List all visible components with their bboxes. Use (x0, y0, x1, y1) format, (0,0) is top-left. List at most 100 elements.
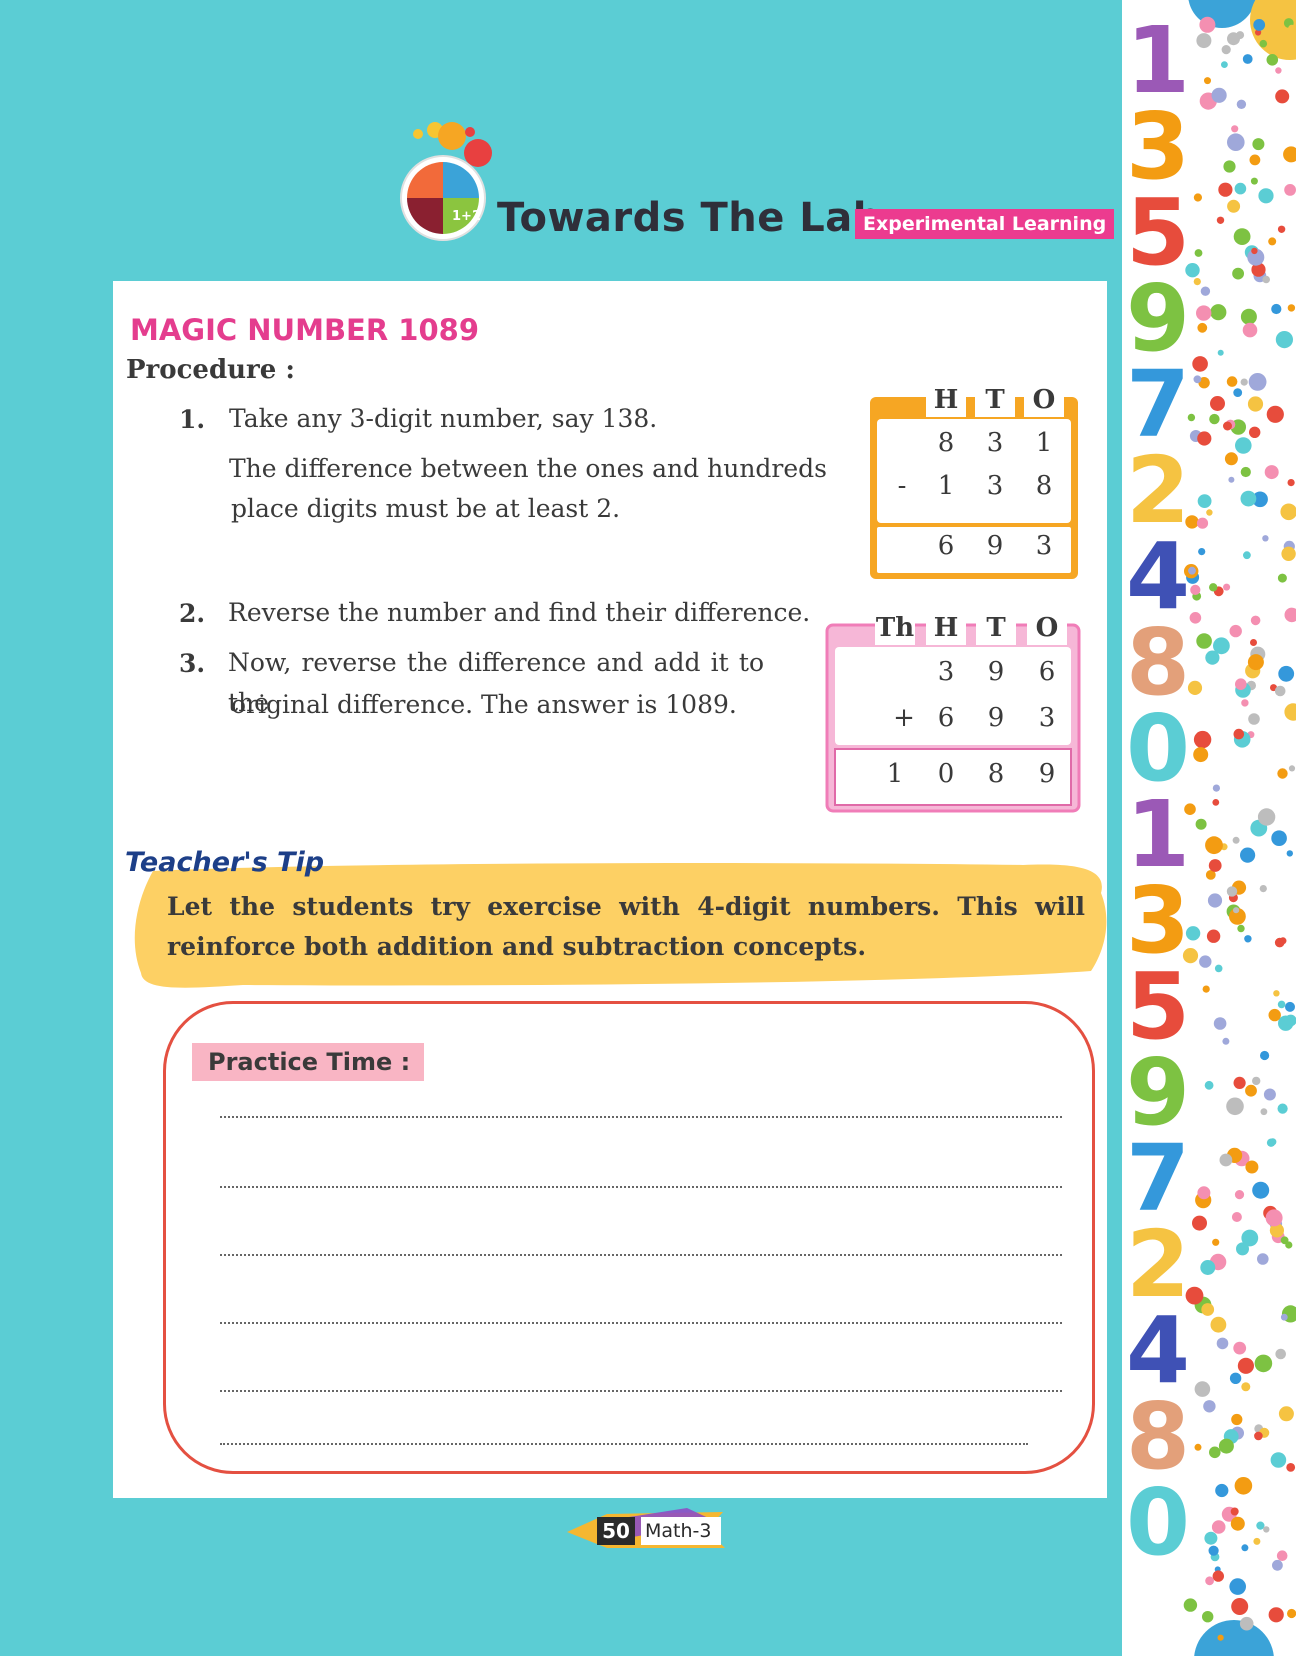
decor-dot (1202, 1611, 1214, 1623)
decor-dot (1248, 713, 1260, 725)
digit: 9 (987, 657, 1005, 687)
decor-dot (1251, 247, 1258, 255)
decor-dot (1240, 490, 1257, 507)
decor-dot (1200, 1260, 1216, 1275)
step-text: Take any 3-digit number, say 138. (229, 404, 658, 433)
digit: 8 (937, 428, 955, 458)
decor-dot (1240, 308, 1257, 325)
decor-dot (1218, 1438, 1234, 1454)
decor-dot (1226, 886, 1238, 897)
decor-dot (1275, 67, 1282, 74)
decor-dot (1286, 850, 1293, 857)
procedure-label: Procedure : (126, 355, 295, 385)
decor-dot (1210, 304, 1227, 321)
answer-line[interactable] (220, 1186, 1062, 1188)
decor-dot (1281, 546, 1296, 561)
digit: 1 (937, 471, 955, 501)
decor-dot (1247, 654, 1264, 671)
decor-dot (1240, 466, 1251, 478)
decor-dot (1252, 138, 1265, 151)
decor-dot (1249, 426, 1261, 438)
digit: 9 (987, 703, 1005, 733)
decor-dot (1280, 1236, 1289, 1245)
decor-dot (1252, 1076, 1261, 1086)
section-title: MAGIC NUMBER 1089 (130, 313, 480, 347)
decor-dot (1271, 830, 1287, 846)
step-number: 2. (179, 599, 206, 628)
decor-dot (1241, 1229, 1259, 1247)
answer-line[interactable] (220, 1390, 1062, 1392)
decor-dot (1216, 216, 1225, 224)
decor-dot (1277, 768, 1288, 779)
decor-dot (1189, 612, 1202, 624)
decor-dot (1278, 1406, 1294, 1422)
brand-title: Towards The Lab (497, 195, 882, 241)
decor-dot (1266, 405, 1284, 423)
decor-dot (1272, 1559, 1283, 1571)
decor-dot (1233, 1341, 1247, 1355)
result-digit: 9 (986, 531, 1004, 561)
decor-dot (1198, 548, 1206, 556)
decor-dot (1233, 228, 1251, 246)
decor-dot (1248, 373, 1267, 391)
decor-dot (1193, 375, 1202, 384)
decor-dot (1215, 1483, 1229, 1498)
decor-dot (1192, 1215, 1207, 1231)
decor-dot (1190, 584, 1201, 596)
decor-dot (1231, 125, 1239, 133)
decor-digit: 0 (1126, 1469, 1190, 1576)
decor-dot (1233, 907, 1240, 914)
decor-dot (1201, 1303, 1215, 1316)
decor-dot (1262, 275, 1270, 284)
teachers-tip-text: Let the students try exercise with 4-dig… (167, 892, 1085, 961)
decor-dot (1243, 551, 1251, 560)
answer-line[interactable] (220, 1254, 1062, 1256)
decor-dot (1229, 1578, 1246, 1595)
decorative-number-strip: 135972480135972480 (1122, 0, 1296, 1656)
decor-dot (1240, 378, 1248, 386)
decor-dot (1275, 89, 1290, 104)
decor-dot (1250, 177, 1258, 185)
decor-dot (1242, 54, 1253, 64)
decor-dot (1284, 184, 1296, 196)
decor-dot (1240, 847, 1256, 863)
decor-dot (1277, 225, 1286, 233)
answer-line[interactable] (220, 1116, 1062, 1118)
digit: 6 (937, 703, 955, 733)
decor-dot (1250, 615, 1261, 626)
answer-line[interactable] (220, 1443, 1028, 1445)
column-header: T (986, 613, 1006, 643)
result-digit: 8 (987, 759, 1005, 789)
decor-dot (1228, 476, 1235, 483)
page-number: 50 (597, 1517, 635, 1545)
decor-dot (1278, 665, 1295, 682)
decor-dot (1205, 1576, 1214, 1586)
digit: 3 (937, 657, 955, 687)
decor-dot (1205, 836, 1223, 855)
decor-dot (1226, 376, 1238, 387)
decor-dot (1257, 1253, 1269, 1265)
decor-dot (1245, 1160, 1259, 1174)
decor-dot (1221, 61, 1228, 68)
answer-line[interactable] (220, 1322, 1062, 1324)
decor-dot (1214, 964, 1223, 973)
column-header: T (985, 385, 1005, 415)
decor-dot (1273, 990, 1280, 997)
decor-dot (1263, 1088, 1276, 1101)
decor-dot (1232, 836, 1240, 844)
decor-dot (1217, 349, 1224, 356)
decor-dot (1212, 799, 1220, 806)
decor-dot (1249, 154, 1261, 166)
decor-dot (1197, 431, 1212, 446)
decor-dot (1234, 1477, 1253, 1495)
decor-dot (1260, 1050, 1270, 1061)
decor-dot (1286, 1463, 1296, 1472)
result-digit: 1 (886, 759, 904, 789)
decor-dot (1197, 322, 1208, 333)
minus-sign: - (897, 471, 907, 501)
decor-dot (1212, 1570, 1224, 1582)
decor-dot (1231, 1598, 1249, 1615)
decor-dot (1224, 452, 1238, 466)
decor-dot (1263, 1526, 1270, 1533)
lab-logo-icon: 1+2 (400, 122, 492, 241)
